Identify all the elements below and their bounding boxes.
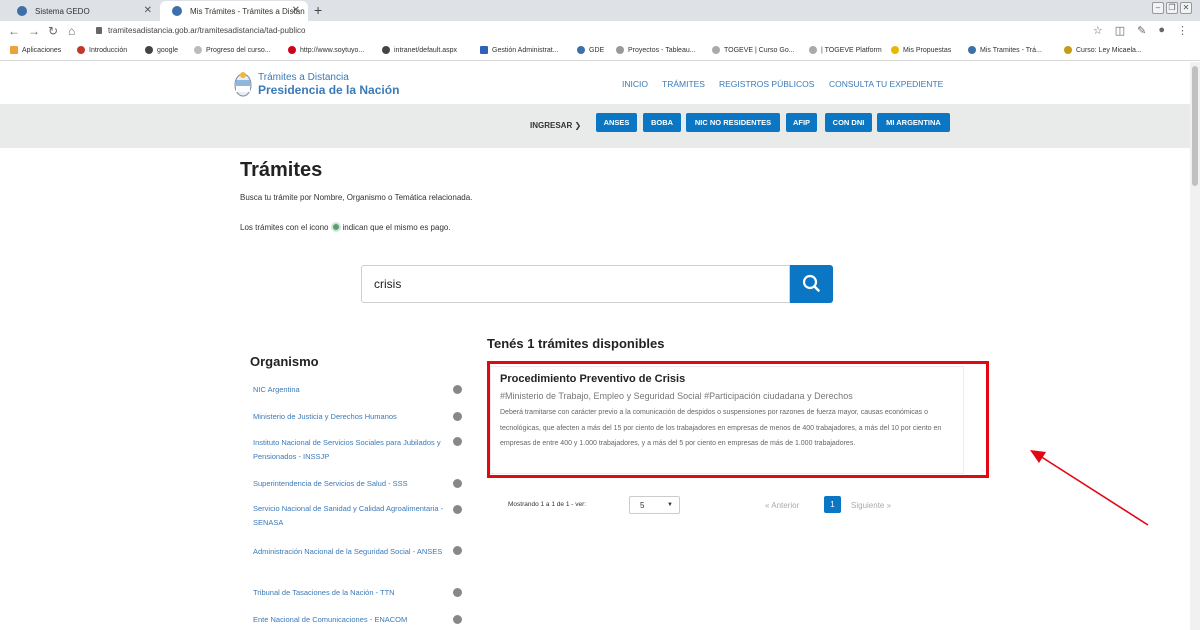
- login-mi-argentina-button[interactable]: MI ARGENTINA: [877, 113, 950, 132]
- tab-title: Mis Trámites - Trámites a Distan: [190, 6, 305, 16]
- tab-close-icon[interactable]: ✕: [292, 5, 300, 16]
- bookmark-item[interactable]: Aplicaciones: [10, 46, 61, 54]
- login-con-dni-button[interactable]: CON DNI: [825, 113, 872, 132]
- nav-inicio[interactable]: INICIO: [622, 79, 648, 89]
- extension-icon[interactable]: ◫: [1115, 24, 1125, 37]
- window-controls: – ❐ ✕: [1152, 2, 1192, 14]
- home-icon[interactable]: ⌂: [68, 24, 75, 38]
- highlight-annotation-box: [487, 361, 989, 478]
- pagination-next[interactable]: Siguiente »: [851, 501, 891, 510]
- organismo-filter-item[interactable]: Instituto Nacional de Servicios Sociales…: [253, 436, 453, 464]
- paid-note-text-after: indican que el mismo es pago.: [342, 222, 451, 232]
- tab-favicon-icon: [172, 6, 182, 16]
- page-size-select[interactable]: 5 ▼: [629, 496, 680, 514]
- organismo-filter-item[interactable]: Tribunal de Tasaciones de la Nación - TT…: [253, 586, 453, 600]
- filter-toggle-icon[interactable]: [453, 385, 462, 394]
- organismo-filter-item[interactable]: Servicio Nacional de Sanidad y Calidad A…: [253, 502, 453, 530]
- search-icon: [802, 274, 820, 292]
- bookmark-item[interactable]: Progreso del curso...: [194, 46, 271, 54]
- tab-favicon-icon: [17, 6, 27, 16]
- filter-toggle-icon[interactable]: [453, 437, 462, 446]
- browser-tab-bar: Sistema GEDO ✕ Mis Trámites - Trámites a…: [0, 0, 1200, 21]
- logo-title: Trámites a Distancia: [258, 72, 349, 83]
- lock-icon: [96, 27, 102, 34]
- logo-subtitle: Presidencia de la Nación: [258, 83, 400, 97]
- pagination-current-page[interactable]: 1: [824, 496, 841, 513]
- filter-toggle-icon[interactable]: [453, 615, 462, 624]
- minimize-icon[interactable]: –: [1152, 2, 1164, 14]
- paid-note-text-before: Los trámites con el icono: [240, 222, 329, 232]
- organismo-filter-item[interactable]: Ministerio de Justicia y Derechos Humano…: [253, 410, 453, 424]
- bookmark-item[interactable]: Introducción: [77, 46, 127, 54]
- menu-icon[interactable]: ⋮: [1177, 24, 1188, 37]
- bookmark-item[interactable]: TOGEVE | Curso Go...: [712, 46, 795, 54]
- address-bar-actions: ☆ ◫ ✎ ● ⋮: [1093, 24, 1188, 37]
- pagination-prev[interactable]: « Anterior: [765, 501, 799, 510]
- bookmark-item[interactable]: google: [145, 46, 178, 54]
- restore-icon[interactable]: ❐: [1166, 2, 1178, 14]
- forward-icon[interactable]: →: [28, 24, 40, 38]
- page-scrollbar-thumb[interactable]: [1192, 66, 1198, 186]
- page-size-value: 5: [640, 500, 645, 510]
- browser-tab-gedo[interactable]: Sistema GEDO ✕: [5, 1, 160, 21]
- escudo-logo-icon: [234, 72, 252, 97]
- browser-tab-mis-tramites[interactable]: Mis Trámites - Trámites a Distan ✕: [160, 1, 308, 21]
- site-header: Trámites a Distancia Presidencia de la N…: [0, 62, 1200, 104]
- login-bar: INGRESAR ❯ ANSES BOBA NIC NO RESIDENTES …: [0, 104, 1200, 148]
- bookmark-item[interactable]: Gestión Administrat...: [480, 46, 559, 54]
- ingresar-label: INGRESAR ❯: [530, 121, 582, 130]
- reload-icon[interactable]: ↻: [48, 24, 58, 38]
- address-bar: ← → ↻ ⌂ tramitesadistancia.gob.ar/tramit…: [0, 21, 1200, 41]
- bookmark-item[interactable]: Mis Tramites - Trá...: [968, 46, 1042, 54]
- filter-toggle-icon[interactable]: [453, 412, 462, 421]
- login-nic-no-residentes-button[interactable]: NIC NO RESIDENTES: [686, 113, 780, 132]
- new-tab-icon[interactable]: +: [314, 2, 322, 18]
- filter-toggle-icon[interactable]: [453, 546, 462, 555]
- nav-consulta-expediente[interactable]: CONSULTA TU EXPEDIENTE: [829, 79, 943, 89]
- back-icon[interactable]: ←: [8, 24, 20, 38]
- organismo-filter-item[interactable]: NIC Argentina: [253, 383, 453, 397]
- login-anses-button[interactable]: ANSES: [596, 113, 637, 132]
- bookmark-item[interactable]: Proyectos - Tableau...: [616, 46, 696, 54]
- bookmark-star-icon[interactable]: ☆: [1093, 24, 1103, 37]
- bookmark-item[interactable]: | TOGEVE Platform: [809, 46, 882, 54]
- search-input[interactable]: crisis: [361, 265, 790, 303]
- url-field[interactable]: tramitesadistancia.gob.ar/tramitesadista…: [96, 26, 305, 35]
- page-title: Trámites: [240, 159, 323, 181]
- search-instructions: Busca tu trámite por Nombre, Organismo o…: [240, 193, 473, 202]
- filter-toggle-icon[interactable]: [453, 479, 462, 488]
- results-range-text: Mostrando 1 a 1 de 1 - ver:: [508, 501, 587, 508]
- bookmark-item[interactable]: http://www.soytuyo...: [288, 46, 364, 54]
- paid-icon-note: Los trámites con el icono indican que el…: [240, 222, 451, 232]
- close-window-icon[interactable]: ✕: [1180, 2, 1192, 14]
- filter-toggle-icon[interactable]: [453, 588, 462, 597]
- filter-toggle-icon[interactable]: [453, 505, 462, 514]
- search-button[interactable]: [790, 265, 833, 303]
- bookmarks-bar: Aplicaciones Introducción google Progres…: [0, 41, 1200, 61]
- bookmark-item[interactable]: GDE: [577, 46, 604, 54]
- bookmark-item[interactable]: Curso: Ley Micaela...: [1064, 46, 1142, 54]
- avatar[interactable]: ●: [1158, 24, 1165, 37]
- bookmark-item[interactable]: Mis Propuestas: [891, 46, 951, 54]
- paid-procedure-icon: [330, 222, 341, 232]
- login-boba-button[interactable]: BOBA: [643, 113, 681, 132]
- results-count-title: Tenés 1 trámites disponibles: [487, 336, 665, 351]
- organismo-filter-item[interactable]: Ente Nacional de Comunicaciones - ENACOM: [253, 613, 453, 627]
- pen-icon[interactable]: ✎: [1137, 24, 1146, 37]
- tab-close-icon[interactable]: ✕: [144, 5, 152, 16]
- nav-tramites[interactable]: TRÁMITES: [662, 79, 705, 89]
- bookmark-item[interactable]: intranet/default.aspx: [382, 46, 457, 54]
- chevron-down-icon: ▼: [667, 502, 673, 508]
- tab-title: Sistema GEDO: [35, 6, 90, 16]
- url-text: tramitesadistancia.gob.ar/tramitesadista…: [108, 26, 306, 35]
- nav-registros-publicos[interactable]: REGISTROS PÚBLICOS: [719, 79, 814, 89]
- login-afip-button[interactable]: AFIP: [786, 113, 817, 132]
- organismo-filter-item[interactable]: Superintendencia de Servicios de Salud -…: [253, 477, 453, 491]
- organismo-filter-item[interactable]: Administración Nacional de la Seguridad …: [253, 545, 453, 559]
- organismo-filter-title: Organismo: [250, 354, 319, 369]
